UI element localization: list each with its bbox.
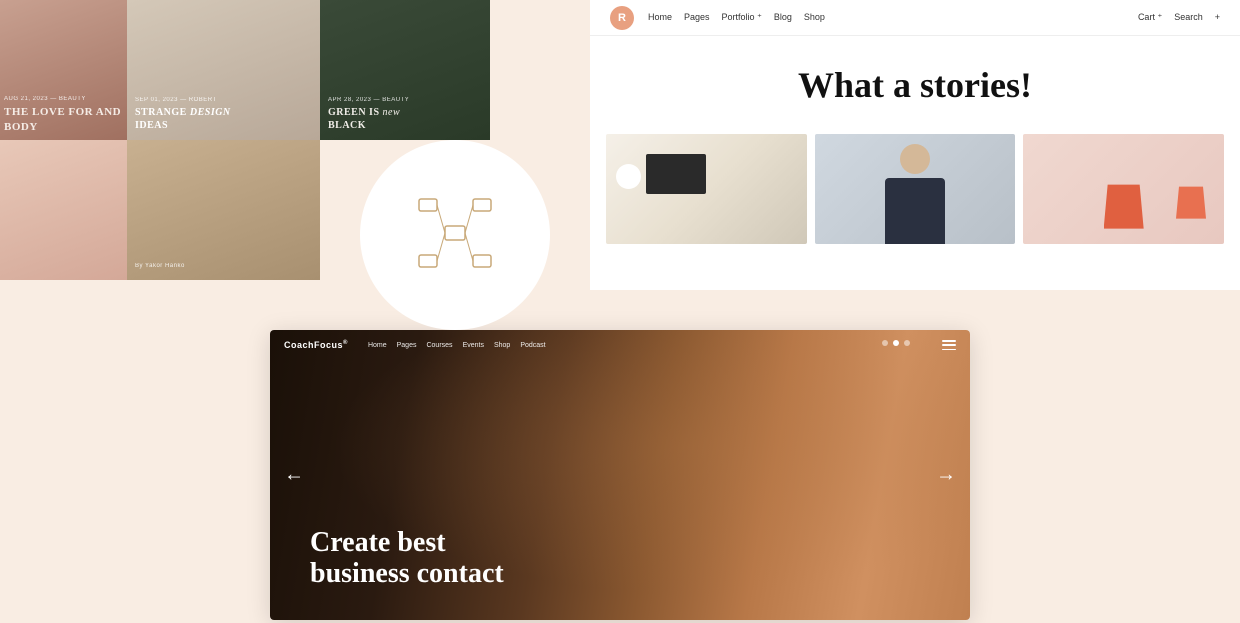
card-3-title: GREEN IS newBLACK xyxy=(328,106,482,132)
network-diagram-icon xyxy=(415,193,495,278)
roseto-image-bags xyxy=(1023,134,1224,244)
roseto-hero-section: What a stories! xyxy=(590,36,1240,126)
card-1-meta: AUG 21, 2023 — BEAUTY xyxy=(4,96,123,102)
coachfocus-logo: CoachFocus® xyxy=(284,340,348,350)
roseto-nav-portfolio[interactable]: Portfolio ⁺ xyxy=(722,12,762,23)
dot-3[interactable] xyxy=(904,340,910,346)
blog-card-1[interactable]: AUG 21, 2023 — BEAUTY THE LOVE for AND B… xyxy=(0,0,127,140)
coachfocus-nav-shop[interactable]: Shop xyxy=(494,342,510,349)
roseto-template-preview: R Home Pages Portfolio ⁺ Blog Shop Cart … xyxy=(590,0,1240,290)
roseto-nav-links: Home Pages Portfolio ⁺ Blog Shop xyxy=(648,12,1124,23)
coachfocus-slide-dots xyxy=(882,340,910,346)
card-3-meta: APR 28, 2023 — BEAUTY xyxy=(328,97,482,103)
dot-1[interactable] xyxy=(882,340,888,346)
coachfocus-nav-pages[interactable]: Pages xyxy=(397,342,417,349)
dot-2[interactable] xyxy=(893,340,899,346)
roseto-headline: What a stories! xyxy=(630,66,1200,106)
roseto-image-desk xyxy=(606,134,807,244)
hamburger-line-1 xyxy=(942,340,956,342)
card-2-title: STRANGE designIDEAS xyxy=(135,106,312,132)
roseto-search[interactable]: Search xyxy=(1174,12,1203,23)
roseto-nav-shop[interactable]: Shop xyxy=(804,12,825,23)
roseto-image-gallery xyxy=(590,126,1240,252)
card-5-meta: By Yakor Hanko xyxy=(135,263,312,269)
coachfocus-headline-line1: Create best xyxy=(310,528,504,559)
hamburger-line-3 xyxy=(942,349,956,351)
roseto-cart[interactable]: Cart ⁺ xyxy=(1138,12,1162,23)
coachfocus-template-preview: CoachFocus® Home Pages Courses Events Sh… xyxy=(270,330,970,620)
coachfocus-headline-line2: business contact xyxy=(310,559,504,590)
blog-card-3[interactable]: APR 28, 2023 — BEAUTY GREEN IS newBLACK xyxy=(320,0,490,140)
roseto-nav-pages[interactable]: Pages xyxy=(684,12,710,23)
roseto-navbar: R Home Pages Portfolio ⁺ Blog Shop Cart … xyxy=(590,0,1240,36)
coachfocus-nav-links: Home Pages Courses Events Shop Podcast xyxy=(368,342,942,349)
coachfocus-nav-events[interactable]: Events xyxy=(463,342,484,349)
network-icon-circle xyxy=(360,140,550,330)
previous-slide-arrow[interactable]: ← xyxy=(284,464,304,487)
blog-card-4[interactable] xyxy=(0,140,127,280)
roseto-logo: R xyxy=(610,6,634,30)
hamburger-menu-icon[interactable] xyxy=(942,340,956,350)
coachfocus-navbar: CoachFocus® Home Pages Courses Events Sh… xyxy=(270,330,970,360)
roseto-nav-actions: Cart ⁺ Search + xyxy=(1138,12,1220,23)
roseto-image-person xyxy=(815,134,1016,244)
roseto-nav-blog[interactable]: Blog xyxy=(774,12,792,23)
coachfocus-hero-text: Create best business contact xyxy=(310,528,504,590)
blog-card-5[interactable]: By Yakor Hanko xyxy=(127,140,320,280)
next-slide-arrow[interactable]: → xyxy=(936,464,956,487)
coachfocus-nav-home[interactable]: Home xyxy=(368,342,387,349)
coachfocus-nav-courses[interactable]: Courses xyxy=(426,342,452,349)
card-1-title: THE LOVE for AND BODY xyxy=(4,105,123,134)
card-2-meta: SEP 01, 2023 — ROBERT xyxy=(135,97,312,103)
blog-card-2[interactable]: SEP 01, 2023 — ROBERT STRANGE designIDEA… xyxy=(127,0,320,140)
coachfocus-nav-podcast[interactable]: Podcast xyxy=(520,342,545,349)
roseto-nav-home[interactable]: Home xyxy=(648,12,672,23)
coachfocus-hero: CoachFocus® Home Pages Courses Events Sh… xyxy=(270,330,970,620)
hamburger-line-2 xyxy=(942,344,956,346)
roseto-plus[interactable]: + xyxy=(1215,12,1220,23)
